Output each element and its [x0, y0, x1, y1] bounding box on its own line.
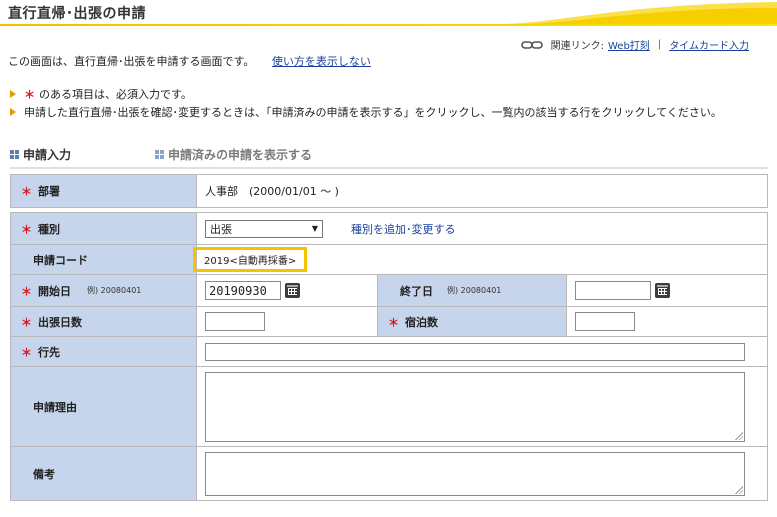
category-label: ＊ 種別	[11, 213, 197, 244]
code-label: 申請コード	[11, 245, 197, 274]
calendar-icon[interactable]	[655, 283, 670, 298]
trip-days-value	[197, 307, 377, 336]
grid-icon	[10, 150, 19, 159]
start-date-label: ＊ 開始日 例) 20080401	[11, 275, 197, 306]
grid-icon	[155, 150, 165, 159]
note-required: ＊ のある項目は、必須入力です。	[10, 85, 722, 103]
required-mark: ＊	[21, 345, 32, 359]
row-destination: ＊ 行先	[11, 336, 767, 366]
application-code-highlight: 2019<自動再採番>	[193, 247, 308, 272]
description-text: この画面は、直行直帰･出張を申請する画面です。	[8, 55, 255, 68]
row-reason: 申請理由	[11, 366, 767, 446]
start-date-value: 20190930	[197, 275, 377, 306]
trip-days-label: ＊ 出張日数	[11, 307, 197, 336]
category-value: 出張 ▼ 種別を追加･変更する	[197, 213, 767, 244]
nights-value	[567, 307, 767, 336]
required-mark: ＊	[21, 284, 32, 298]
tab-show-submitted[interactable]: 申請済みの申請を表示する	[155, 146, 312, 163]
application-form: ＊ 部署 人事部 (2000/01/01 ～ ) ＊ 種別 出張 ▼ 種別を追加…	[10, 174, 768, 503]
row-remarks: 備考	[11, 446, 767, 500]
page-header: 直行直帰･出張の申請	[0, 0, 777, 26]
start-date-example: 例) 20080401	[87, 286, 142, 295]
reason-textarea[interactable]	[205, 371, 745, 442]
edit-category-link[interactable]: 種別を追加･変更する	[351, 221, 456, 237]
tab-label: 申請入力	[23, 148, 72, 162]
bullet-triangle-icon	[10, 90, 16, 98]
note-view-applications: 申請した直行直帰･出張を確認･変更するときは、「申請済みの申請を表示する」をクリ…	[10, 103, 722, 121]
required-mark: ＊	[21, 315, 32, 329]
note-required-text: のある項目は、必須入力です。	[39, 88, 192, 101]
trip-days-input[interactable]	[205, 312, 265, 331]
reason-value	[197, 367, 767, 446]
department-value: 人事部 (2000/01/01 ～ )	[197, 175, 767, 207]
dropdown-arrow-icon: ▼	[311, 224, 318, 233]
reason-label: 申請理由	[11, 367, 197, 446]
row-category: ＊ 種別 出張 ▼ 種別を追加･変更する	[11, 213, 767, 244]
code-value: 2019<自動再採番>	[193, 245, 767, 274]
related-links-label: 関連リンク:	[550, 41, 604, 52]
row-days: ＊ 出張日数 ＊ 宿泊数	[11, 306, 767, 336]
tab-label: 申請済みの申請を表示する	[168, 148, 313, 162]
tab-application-input[interactable]: 申請入力	[10, 146, 71, 163]
link-timecard-input[interactable]: タイムカード入力	[669, 37, 749, 52]
remarks-label: 備考	[11, 447, 197, 500]
header-rule	[0, 24, 777, 26]
hide-usage-link[interactable]: 使い方を表示しない	[272, 55, 371, 68]
start-date-input[interactable]: 20190930	[205, 281, 281, 300]
end-date-label: 終了日 例) 20080401	[377, 275, 567, 306]
resize-grip-icon[interactable]	[735, 431, 743, 440]
tab-divider	[10, 167, 768, 169]
department-block: ＊ 部署 人事部 (2000/01/01 ～ )	[10, 174, 768, 208]
nights-input[interactable]	[575, 312, 635, 331]
link-web-punch[interactable]: Web打刻	[608, 37, 650, 52]
chain-link-icon	[520, 40, 543, 49]
related-links: 関連リンク: Web打刻 | タイムカード入力	[520, 37, 749, 52]
header-swoosh-decoration	[497, 2, 777, 24]
notes: ＊ のある項目は、必須入力です。 申請した直行直帰･出張を確認･変更するときは、…	[10, 85, 722, 121]
bullet-triangle-icon	[10, 108, 16, 116]
required-mark: ＊	[21, 222, 32, 236]
calendar-icon[interactable]	[285, 283, 300, 298]
category-select[interactable]: 出張 ▼	[205, 219, 323, 238]
resize-grip-icon[interactable]	[735, 485, 743, 494]
remarks-textarea[interactable]	[205, 451, 745, 496]
page-title: 直行直帰･出張の申請	[8, 6, 146, 22]
nights-label: ＊ 宿泊数	[377, 307, 567, 336]
link-separator: |	[657, 39, 662, 50]
end-date-input[interactable]	[575, 281, 651, 300]
required-mark: ＊	[21, 185, 32, 198]
department-label: ＊ 部署	[11, 175, 197, 207]
end-date-example: 例) 20080401	[447, 286, 502, 295]
end-date-value	[567, 275, 767, 306]
destination-input[interactable]	[205, 342, 745, 361]
note-view-text: 申請した直行直帰･出張を確認･変更するときは、「申請済みの申請を表示する」をクリ…	[24, 106, 722, 119]
row-code: 申請コード 2019<自動再採番>	[11, 244, 767, 274]
destination-label: ＊ 行先	[11, 337, 197, 366]
destination-value	[197, 337, 767, 366]
row-department: ＊ 部署 人事部 (2000/01/01 ～ )	[11, 175, 767, 207]
tab-bar: 申請入力 申請済みの申請を表示する	[10, 146, 396, 163]
required-mark: ＊	[388, 315, 399, 329]
required-mark: ＊	[24, 88, 35, 101]
remarks-value	[197, 447, 767, 500]
row-dates: ＊ 開始日 例) 20080401 20190930 終了日 例) 200804…	[11, 274, 767, 306]
page-description: この画面は、直行直帰･出張を申請する画面です。 使い方を表示しない	[8, 53, 371, 69]
main-fields-block: ＊ 種別 出張 ▼ 種別を追加･変更する 申請コード 2019<自動再採番> ＊…	[10, 212, 768, 501]
